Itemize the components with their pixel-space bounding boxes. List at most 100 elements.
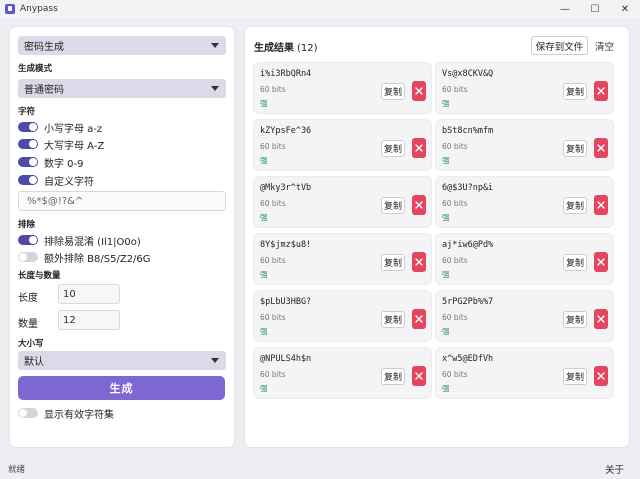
toggle-switch[interactable] <box>18 139 38 149</box>
toggle-label: 额外排除 B8/S5/Z2/6G <box>44 253 151 265</box>
case-select[interactable]: 默认 <box>18 351 226 370</box>
results-panel: 生成结果 (12) 保存到文件 清空 i%i3RbQRn4 60 bits 强复制 Vs… <box>245 27 629 447</box>
password-card: @NPULS4h$n 60 bits 强 复制 <box>254 348 431 398</box>
delete-button[interactable] <box>412 195 426 215</box>
copy-button[interactable]: 复制 <box>381 254 405 271</box>
count-input[interactable]: 12 <box>58 310 120 330</box>
delete-button[interactable] <box>594 138 608 158</box>
password-card: kZYpsFe^36 60 bits 强 复制 <box>254 120 431 170</box>
strength-label: 强 <box>442 213 450 222</box>
exclude-heading: 排除 <box>18 220 36 230</box>
toggle-label: 大写字母 A-Z <box>44 140 105 152</box>
strength-label: 强 <box>260 99 268 108</box>
app-logo-icon <box>5 4 15 14</box>
password-card: Vs@x8CKV&Q 60 bits 强 复制 <box>436 63 613 113</box>
password-card: 5rPG2Pb%%7 60 bits 强 复制 <box>436 291 613 341</box>
copy-button[interactable]: 复制 <box>381 83 405 100</box>
clear-button[interactable]: 清空 <box>595 39 614 53</box>
mode-select-value: 密码生成 <box>24 42 64 53</box>
delete-button[interactable] <box>594 309 608 329</box>
strength-label: 强 <box>442 99 450 108</box>
password-text: x^w5@EDfVh <box>442 354 494 364</box>
entropy-bits: 60 bits <box>442 313 468 322</box>
status-text: 就绪 <box>8 465 26 475</box>
password-text: kZYpsFe^36 <box>260 126 312 136</box>
toggle-custom-chars[interactable]: 自定义字符 <box>18 174 94 188</box>
toggle-switch[interactable] <box>18 175 38 185</box>
gen-mode-select[interactable]: 普通密码 <box>18 79 226 98</box>
password-card: 8Y$jmz$u8! 60 bits 强 复制 <box>254 234 431 284</box>
generate-button[interactable]: 生成 <box>18 376 225 400</box>
delete-button[interactable] <box>594 252 608 272</box>
toggle-lowercase[interactable]: 小写字母 a-z <box>18 121 102 135</box>
results-count: (12) <box>297 43 318 54</box>
entropy-bits: 60 bits <box>442 142 468 151</box>
password-text: @Mky3r^tVb <box>260 183 312 193</box>
copy-button[interactable]: 复制 <box>381 197 405 214</box>
password-text: $pLbU3HBG? <box>260 297 312 307</box>
copy-button[interactable]: 复制 <box>381 140 405 157</box>
toggle-digits[interactable]: 数字 0-9 <box>18 156 84 170</box>
delete-button[interactable] <box>412 252 426 272</box>
toggle-show-charset[interactable]: 显示有效字符集 <box>18 407 114 421</box>
custom-chars-input[interactable]: %*$@!?&^ <box>18 191 226 211</box>
toggle-switch[interactable] <box>18 252 38 262</box>
maximize-button[interactable]: ☐ <box>580 0 610 18</box>
entropy-bits: 60 bits <box>442 370 468 379</box>
strength-label: 强 <box>260 156 268 165</box>
mode-select[interactable]: 密码生成 <box>18 36 226 55</box>
minimize-button[interactable]: — <box>550 0 580 18</box>
delete-button[interactable] <box>412 138 426 158</box>
delete-button[interactable] <box>594 366 608 386</box>
toggle-label: 排除易混淆 (Il1|O0o) <box>44 236 141 248</box>
copy-button[interactable]: 复制 <box>381 368 405 385</box>
settings-panel: 密码生成 生成模式 普通密码 字符 小写字母 a-z 大写字母 A-Z 数字 0… <box>10 27 234 447</box>
toggle-exclude-extra[interactable]: 额外排除 B8/S5/Z2/6G <box>18 251 151 265</box>
password-card: i%i3RbQRn4 60 bits 强 复制 <box>254 63 431 113</box>
password-card: x^w5@EDfVh 60 bits 强 复制 <box>436 348 613 398</box>
strength-label: 强 <box>442 156 450 165</box>
copy-button[interactable]: 复制 <box>381 311 405 328</box>
copy-button[interactable]: 复制 <box>563 368 587 385</box>
entropy-bits: 60 bits <box>260 142 286 151</box>
delete-button[interactable] <box>412 309 426 329</box>
delete-button[interactable] <box>594 195 608 215</box>
delete-button[interactable] <box>412 81 426 101</box>
password-card: @Mky3r^tVb 60 bits 强 复制 <box>254 177 431 227</box>
password-text: 8Y$jmz$u8! <box>260 240 312 250</box>
toggle-label: 自定义字符 <box>44 176 94 188</box>
toggle-switch[interactable] <box>18 157 38 167</box>
about-link[interactable]: 关于 <box>605 462 624 476</box>
close-button[interactable]: ✕ <box>610 0 640 18</box>
copy-button[interactable]: 复制 <box>563 197 587 214</box>
toggle-uppercase[interactable]: 大写字母 A-Z <box>18 138 105 152</box>
close-icon <box>597 315 605 323</box>
copy-button[interactable]: 复制 <box>563 254 587 271</box>
copy-button[interactable]: 复制 <box>563 311 587 328</box>
toggle-switch[interactable] <box>18 408 38 418</box>
password-text: bSt8cn%mfm <box>442 126 494 136</box>
password-text: i%i3RbQRn4 <box>260 69 312 79</box>
case-select-value: 默认 <box>24 357 44 368</box>
toggle-switch[interactable] <box>18 122 38 132</box>
strength-label: 强 <box>260 327 268 336</box>
copy-button[interactable]: 复制 <box>563 140 587 157</box>
entropy-bits: 60 bits <box>442 199 468 208</box>
toggle-label: 显示有效字符集 <box>44 409 114 421</box>
copy-button[interactable]: 复制 <box>563 83 587 100</box>
password-card: $pLbU3HBG? 60 bits 强 复制 <box>254 291 431 341</box>
entropy-bits: 60 bits <box>442 85 468 94</box>
delete-button[interactable] <box>412 366 426 386</box>
password-card: aj*iw6@Pd% 60 bits 强 复制 <box>436 234 613 284</box>
toggle-switch[interactable] <box>18 235 38 245</box>
chevron-down-icon <box>211 43 219 48</box>
chevron-down-icon <box>211 358 219 363</box>
toggle-exclude-ambiguous[interactable]: 排除易混淆 (Il1|O0o) <box>18 234 141 248</box>
strength-label: 强 <box>442 384 450 393</box>
strength-label: 强 <box>442 327 450 336</box>
app-title: Anypass <box>20 4 58 14</box>
length-input[interactable]: 10 <box>58 284 120 304</box>
delete-button[interactable] <box>594 81 608 101</box>
save-to-file-button[interactable]: 保存到文件 <box>531 36 588 55</box>
title-bar: Anypass — ☐ ✕ <box>0 0 640 18</box>
